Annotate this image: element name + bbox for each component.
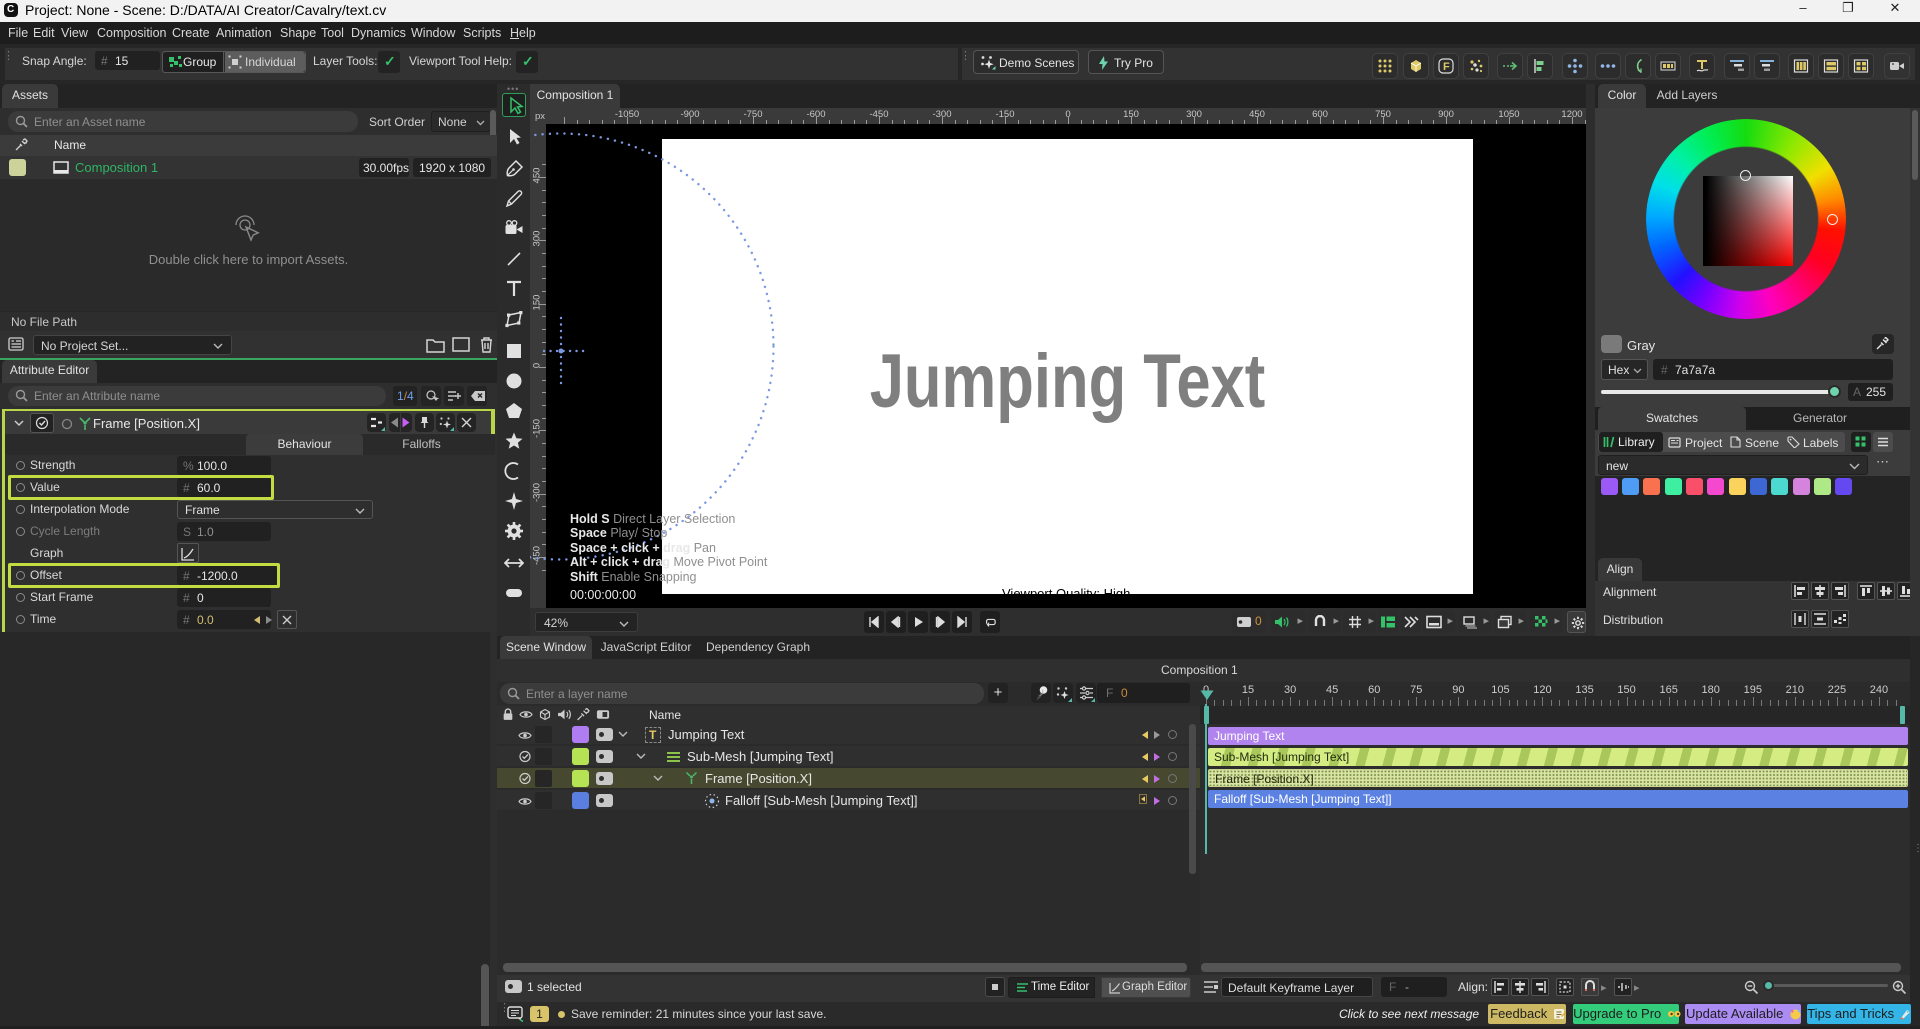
svg-text:F: F (1443, 61, 1450, 73)
